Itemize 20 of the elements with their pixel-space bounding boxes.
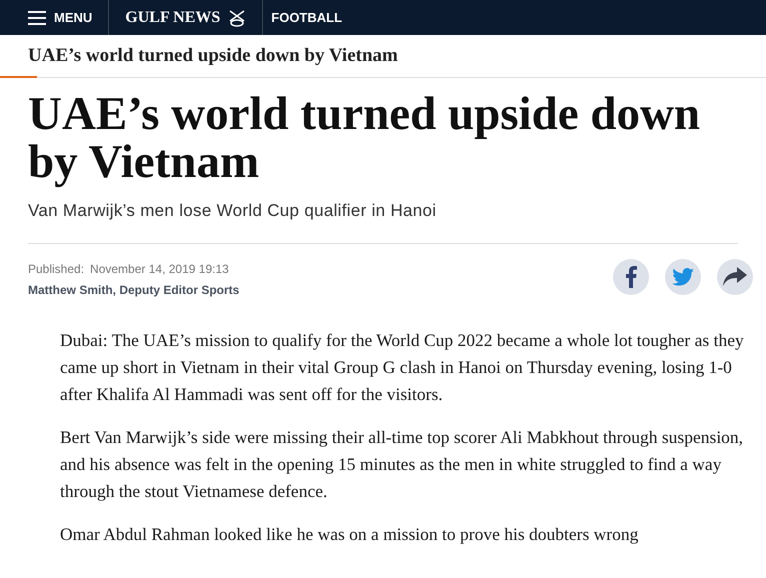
published-label: Published: <box>28 260 84 278</box>
menu-icon <box>28 10 46 24</box>
section-link[interactable]: FOOTBALL <box>263 0 350 35</box>
subtitle: Van Marwijk’s men lose World Cup qualifier in Hanoi <box>28 200 438 222</box>
share-arrow-icon <box>723 266 747 286</box>
article-paragraph: Bert Van Marwijk’s side were missing their all-time top scorer Ali Mabkhout through suspension, and his absence was felt in the opening 15 minutes as the men in white struggled to find a way through the stout Vietnamese defence. <box>60 426 744 503</box>
headline: UAE’s world turned upside down by Vietnam <box>28 90 702 186</box>
author-byline: Matthew Smith, Deputy Editor Sports <box>28 282 240 298</box>
emblem-icon <box>228 8 246 26</box>
article-paragraph: Dubai: The UAE’s mission to qualify for the World Cup 2022 became a whole lot tougher as they came up short in Vietnam in their vital Group G clash in Hanoi on Thursday evening, losing 1-0 after Khalifa Al Hammadi was sent off for the visitors. <box>60 328 745 406</box>
published-date: November 14, 2019 19:13 <box>90 260 229 278</box>
facebook-icon <box>625 266 637 288</box>
article-paragraph: Omar Abdul Rahman looked like he was on a mission to prove his doubters wrong <box>60 522 640 546</box>
progress-underline <box>0 76 37 78</box>
sticky-title: UAE’s world turned upside down by Vietnam <box>28 44 398 68</box>
logo-text: GULF NEWS <box>125 8 220 28</box>
bird-icon <box>672 268 694 286</box>
share-button[interactable] <box>613 258 649 294</box>
share-button[interactable] <box>717 258 753 294</box>
menu-button[interactable]: MENU <box>0 0 110 35</box>
